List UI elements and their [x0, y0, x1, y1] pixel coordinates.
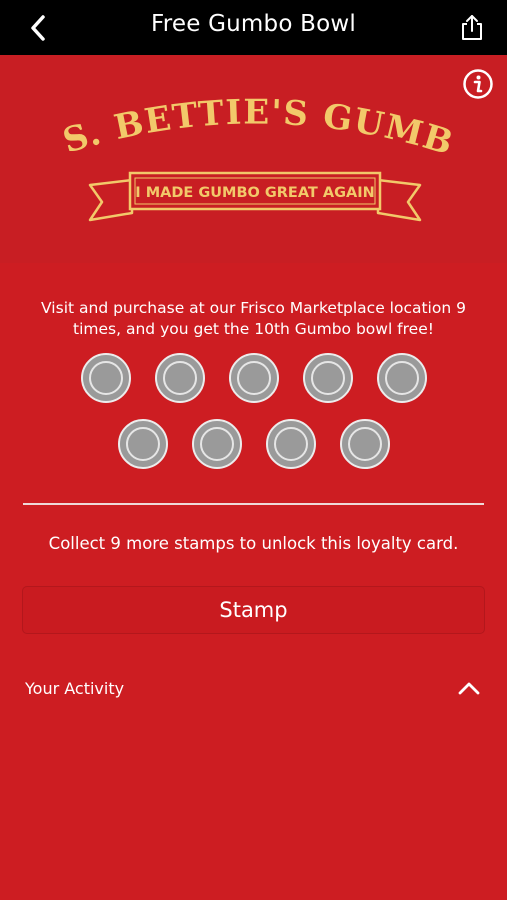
header-banner: MS. BETTIE'S GUMBO I MADE GUMBO GREAT AG… — [0, 55, 507, 263]
stamps-remaining-text: Collect 9 more stamps to unlock this loy… — [48, 534, 459, 553]
page-title: Free Gumbo Bowl — [151, 11, 356, 37]
stamp-slot — [191, 419, 242, 469]
stamp-slot — [339, 419, 390, 469]
share-icon — [462, 15, 482, 40]
top-nav-bar: Free Gumbo Bowl — [0, 0, 507, 55]
loyalty-card: Visit and purchase at our Frisco Marketp… — [0, 263, 507, 900]
offer-description: Visit and purchase at our Frisco Marketp… — [41, 299, 466, 338]
stamp-slot — [265, 419, 316, 469]
logo-name: MS. BETTIE'S GUMBO — [40, 85, 458, 164]
stamp-button[interactable]: Stamp — [22, 586, 485, 634]
logo-tagline: I MADE GUMBO GREAT AGAIN — [135, 185, 375, 201]
stamp-slot — [302, 353, 353, 403]
share-button[interactable] — [455, 12, 489, 44]
ms-betties-gumbo-logo: MS. BETTIE'S GUMBO I MADE GUMBO GREAT AG… — [40, 85, 459, 222]
stamp-slot — [154, 353, 205, 403]
stamp-slot — [117, 419, 168, 469]
stamp-row — [0, 419, 507, 469]
stamp-row — [0, 353, 507, 403]
divider — [23, 503, 484, 505]
your-activity-label: Your Activity — [25, 679, 125, 698]
stamp-slot — [80, 353, 131, 403]
stamp-slot — [376, 353, 427, 403]
svg-text:MS. BETTIE'S GUMBO: MS. BETTIE'S GUMBO — [40, 85, 459, 164]
chevron-up-icon — [458, 682, 480, 695]
stamp-slot — [228, 353, 279, 403]
activity-toggle-button[interactable] — [455, 676, 483, 700]
